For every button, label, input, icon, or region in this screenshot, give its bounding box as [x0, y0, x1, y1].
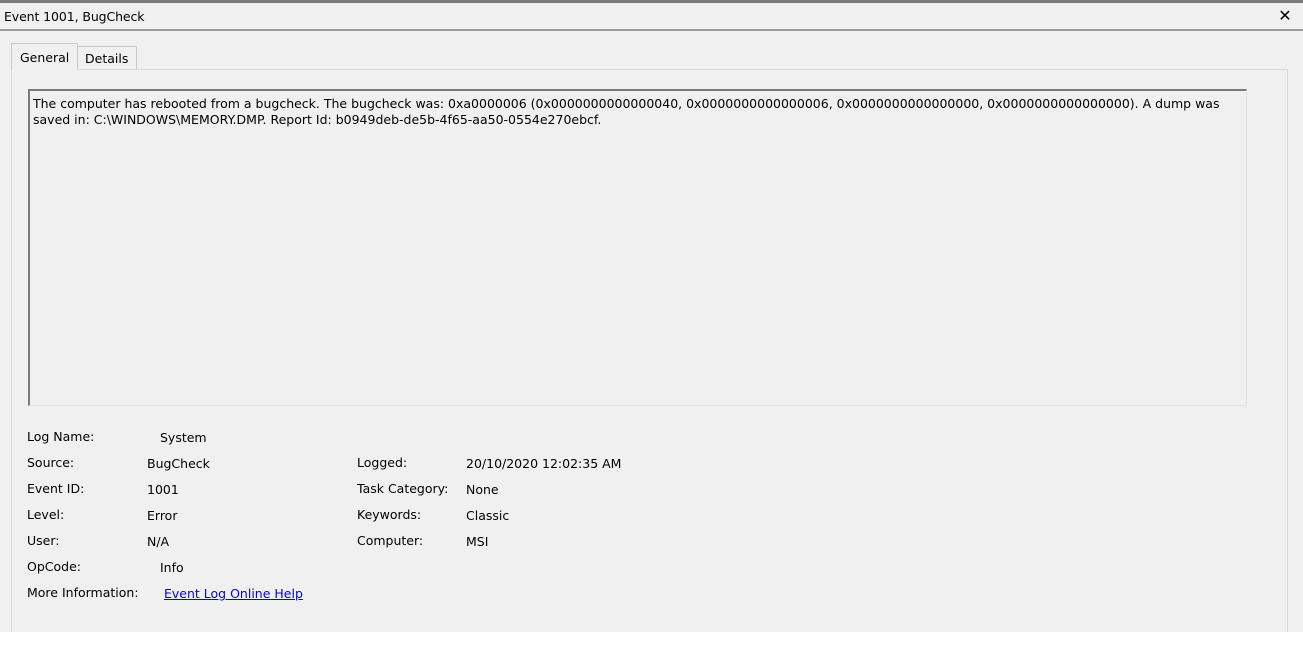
window-title: Event 1001, BugCheck — [4, 9, 145, 24]
event-properties-window: Event 1001, BugCheck ✕ General Details T… — [0, 0, 1303, 632]
event-log-online-help-link[interactable]: Event Log Online Help — [164, 586, 303, 601]
user-label: User: — [27, 533, 60, 548]
level-value[interactable]: Error — [147, 508, 177, 523]
close-button[interactable]: ✕ — [1275, 6, 1295, 26]
task-category-value[interactable]: None — [466, 482, 499, 497]
log-name-value[interactable]: System — [160, 430, 207, 445]
user-value[interactable]: N/A — [147, 534, 169, 549]
tab-general-label: General — [20, 50, 70, 65]
event-id-value[interactable]: 1001 — [147, 482, 179, 497]
general-tab-panel: The computer has rebooted from a bugchec… — [11, 69, 1288, 632]
tab-general[interactable]: General — [11, 43, 79, 70]
task-category-label: Task Category: — [357, 481, 449, 496]
level-label: Level: — [27, 507, 65, 522]
computer-label: Computer: — [357, 533, 424, 548]
logged-label: Logged: — [357, 455, 408, 470]
close-icon: ✕ — [1278, 6, 1292, 25]
source-value[interactable]: BugCheck — [147, 456, 210, 471]
source-label: Source: — [27, 455, 75, 470]
event-id-label: Event ID: — [27, 481, 85, 496]
logged-value[interactable]: 20/10/2020 12:02:35 AM — [466, 456, 621, 471]
computer-value[interactable]: MSI — [466, 534, 488, 549]
keywords-label: Keywords: — [357, 507, 422, 522]
title-bar: Event 1001, BugCheck ✕ — [0, 3, 1303, 31]
tab-details[interactable]: Details — [76, 46, 138, 69]
keywords-value[interactable]: Classic — [466, 508, 509, 523]
log-name-label: Log Name: — [27, 429, 95, 444]
opcode-label: OpCode: — [27, 559, 81, 574]
opcode-value[interactable]: Info — [160, 560, 184, 575]
event-description-textbox[interactable]: The computer has rebooted from a bugchec… — [28, 89, 1247, 406]
more-information-label: More Information: — [27, 585, 139, 600]
tab-details-label: Details — [85, 51, 129, 66]
